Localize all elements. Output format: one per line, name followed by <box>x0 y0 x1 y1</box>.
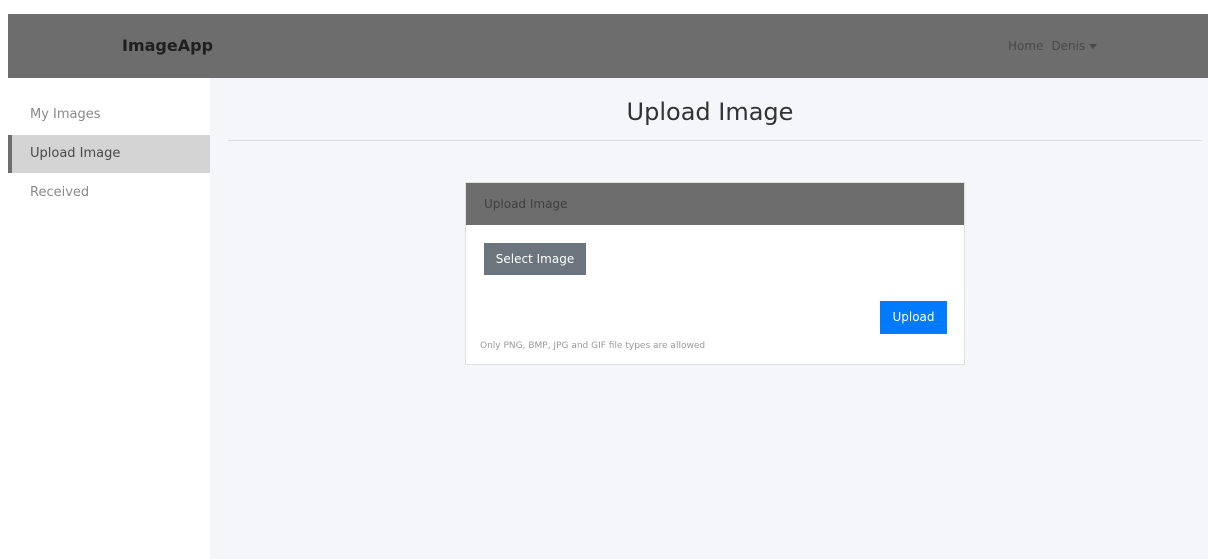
user-name: Denis <box>1051 39 1086 53</box>
sidebar-item-received[interactable]: Received <box>8 174 210 212</box>
select-image-button[interactable]: Select Image <box>484 243 586 275</box>
caret-down-icon <box>1089 44 1098 49</box>
title-divider <box>228 140 1202 141</box>
sidebar-item-my-images[interactable]: My Images <box>8 96 210 134</box>
upload-button[interactable]: Upload <box>880 301 947 334</box>
nav-right: Home Denis <box>1008 14 1098 78</box>
brand-logo[interactable]: ImageApp <box>122 14 213 78</box>
nav-home-link[interactable]: Home <box>1008 14 1043 78</box>
file-type-hint: Only PNG, BMP, JPG and GIF file types ar… <box>480 341 706 351</box>
main-content: Upload Image Upload Image Select Image U… <box>210 78 1208 559</box>
card-header: Upload Image <box>466 183 964 225</box>
page-title: Upload Image <box>626 98 794 126</box>
top-navbar: ImageApp Home Denis <box>8 14 1208 78</box>
sidebar-item-upload-image[interactable]: Upload Image <box>8 135 210 173</box>
upload-card: Upload Image Select Image Upload Only PN… <box>465 182 965 365</box>
sidebar: My Images Upload Image Received <box>8 78 210 559</box>
user-menu[interactable]: Denis <box>1051 14 1098 78</box>
